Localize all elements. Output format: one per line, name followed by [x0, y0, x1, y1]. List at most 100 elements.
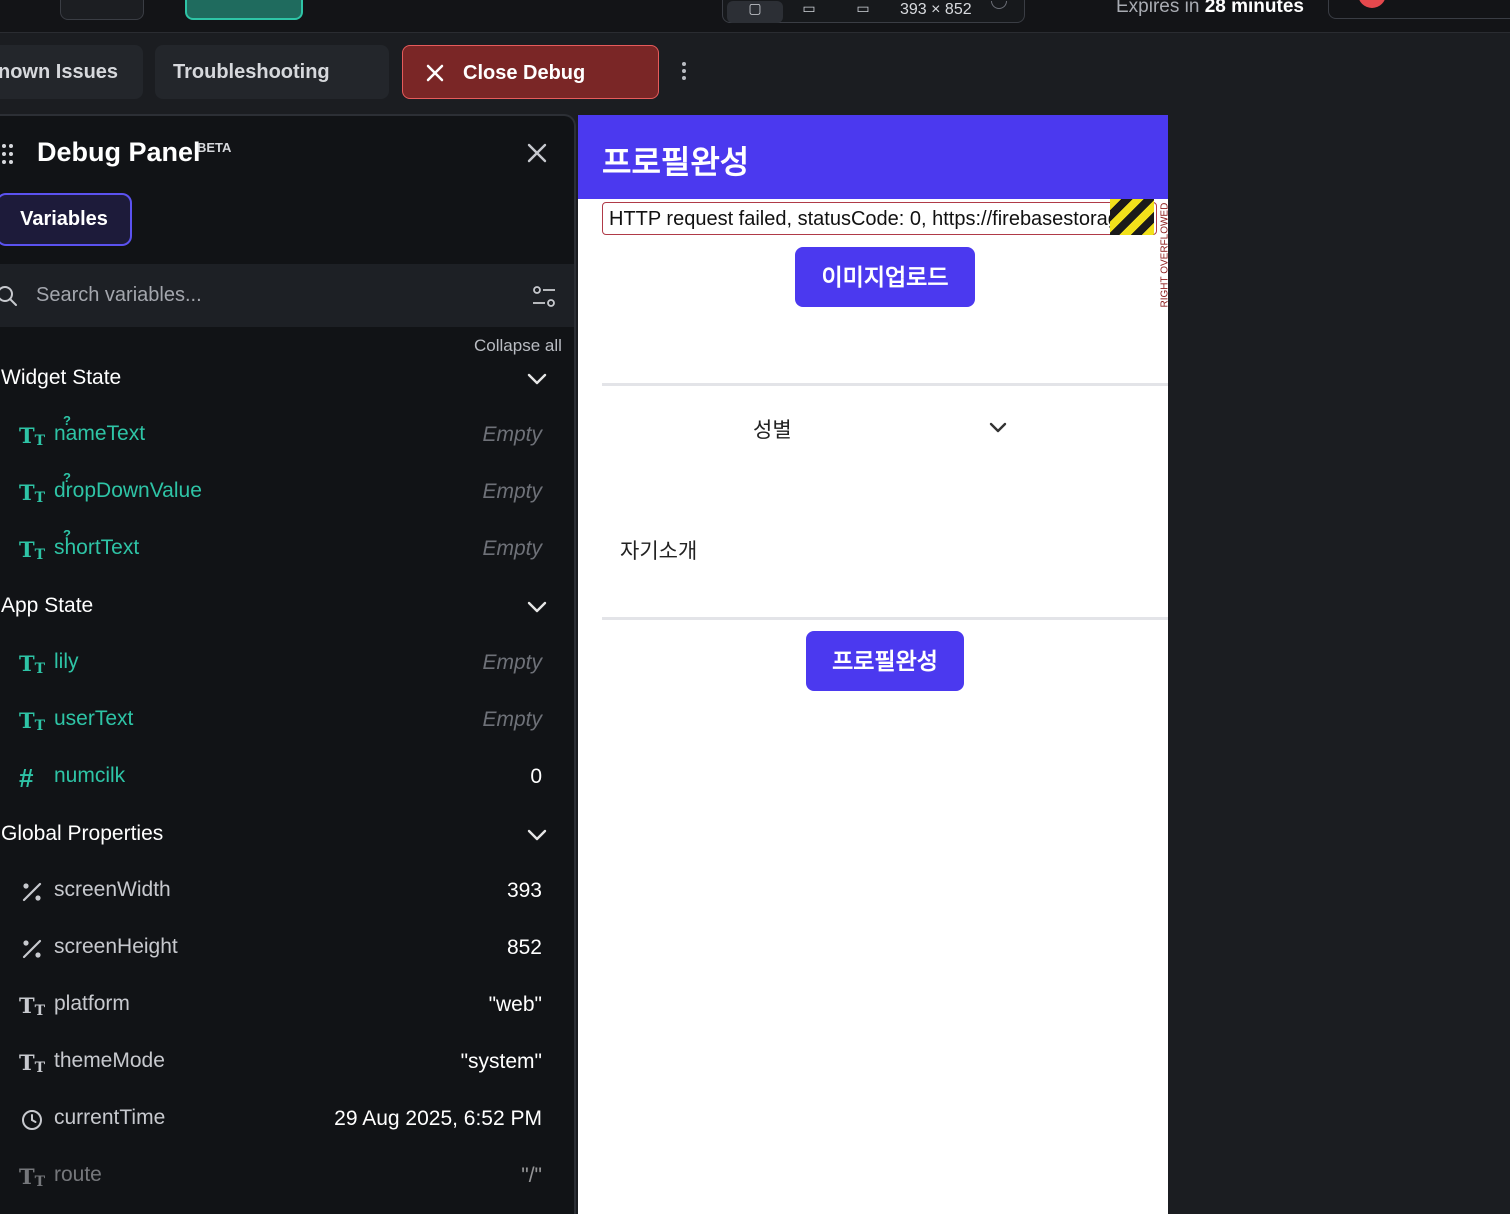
- expiry-notice: Expires in 28 minutes: [1116, 0, 1304, 18]
- text-icon: TT: [19, 651, 46, 677]
- variable-value: 393: [506, 879, 542, 902]
- variable-row[interactable]: screenHeight 852: [0, 930, 560, 970]
- variable-row[interactable]: TT themeMode "system": [0, 1044, 560, 1084]
- canvas-background: [1168, 115, 1510, 1214]
- divider: [602, 383, 1168, 386]
- variable-value: "/": [521, 1164, 542, 1187]
- variable-name: dropDownValue: [54, 479, 202, 502]
- variable-name: currentTime: [54, 1106, 166, 1129]
- more-options-icon[interactable]: [680, 62, 688, 84]
- section-title: Widget State: [1, 366, 122, 389]
- variable-value: Empty: [482, 537, 542, 560]
- text-icon: TT: [19, 993, 46, 1019]
- percent-icon: [22, 882, 42, 902]
- chevron-down-icon[interactable]: [987, 416, 1009, 438]
- help-icon[interactable]: [991, 1, 1007, 9]
- error-message: HTTP request failed, statusCode: 0, http…: [609, 208, 1131, 230]
- overflow-warning-stripe: [1110, 199, 1154, 235]
- close-icon: [426, 64, 444, 82]
- variable-row[interactable]: screenWidth 393: [0, 873, 560, 913]
- page-title: 프로필완성: [602, 144, 750, 180]
- variable-value: Empty: [482, 480, 542, 503]
- variable-value: 0: [530, 765, 542, 788]
- variable-name: shortText: [54, 536, 140, 559]
- divider: [602, 617, 1168, 620]
- section-widget-state[interactable]: Widget State: [1, 360, 561, 400]
- known-issues-button[interactable]: nown Issues: [0, 45, 143, 99]
- variable-row[interactable]: TT lily Empty: [0, 645, 560, 685]
- section-title: App State: [1, 594, 94, 617]
- device-size: 393 × 852: [900, 1, 972, 18]
- tablet-icon[interactable]: ▭: [781, 1, 837, 23]
- variable-row[interactable]: TT? shortText Empty: [0, 527, 560, 571]
- tab-variables[interactable]: Variables: [0, 193, 132, 246]
- variable-row[interactable]: TT platform "web": [0, 987, 560, 1027]
- variable-value: "web": [488, 993, 542, 1016]
- intro-field-label[interactable]: 자기소개: [620, 535, 697, 565]
- variable-name: screenWidth: [54, 878, 171, 901]
- search-bar: [0, 264, 574, 327]
- variable-value: "system": [460, 1050, 542, 1073]
- variable-name: route: [54, 1163, 102, 1186]
- debug-panel: Debug Panel BETA Variables Collapse all …: [0, 114, 576, 1214]
- variable-value: Empty: [482, 708, 542, 731]
- text-icon: TT: [19, 708, 46, 734]
- app-preview: 프로필완성 HTTP request failed, statusCode: 0…: [578, 115, 1168, 1214]
- app-bar: 프로필완성: [578, 115, 1168, 199]
- variable-name: platform: [54, 992, 130, 1015]
- error-image-placeholder: HTTP request failed, statusCode: 0, http…: [602, 202, 1157, 235]
- variable-value: 29 Aug 2025, 6:52 PM: [334, 1107, 542, 1130]
- desktop-icon[interactable]: ▭: [835, 1, 891, 23]
- text-icon: TT?: [19, 470, 71, 506]
- close-debug-panel-button[interactable]: Close Debug Panel: [402, 45, 659, 138]
- clock-icon: [22, 1110, 42, 1130]
- variable-name: nameText: [54, 422, 146, 445]
- filter-icon[interactable]: [531, 284, 557, 310]
- variable-row[interactable]: # numcilk 0: [0, 759, 560, 799]
- chevron-down-icon[interactable]: [526, 596, 548, 618]
- top-toolbar: ▢ ▭ ▭ 393 × 852 Expires in 28 minutes: [0, 0, 1510, 33]
- section-app-state[interactable]: App State: [1, 588, 561, 628]
- variable-name: themeMode: [54, 1049, 165, 1072]
- text-icon: TT?: [19, 413, 71, 449]
- debug-panel-title: Debug Panel: [37, 137, 201, 167]
- account-menu[interactable]: [1328, 0, 1510, 19]
- section-title: Global Properties: [1, 822, 164, 845]
- search-icon: [0, 286, 17, 306]
- overflow-label: RIGHT OVERFLOWED BY: [1159, 201, 1169, 308]
- variable-name: numcilk: [54, 764, 126, 787]
- gender-dropdown-label[interactable]: 성별: [753, 414, 792, 444]
- variable-row[interactable]: TT? nameText Empty: [0, 413, 560, 457]
- chevron-down-icon[interactable]: [526, 824, 548, 846]
- close-panel-icon[interactable]: [525, 141, 549, 165]
- percent-icon: [22, 939, 42, 959]
- number-icon: #: [19, 763, 34, 793]
- beta-badge: BETA: [197, 140, 232, 155]
- variable-row[interactable]: currentTime 29 Aug 2025, 6:52 PM: [0, 1101, 560, 1141]
- variable-row[interactable]: TT route "/": [0, 1158, 560, 1198]
- text-icon: TT: [19, 1050, 46, 1076]
- search-input[interactable]: [36, 278, 496, 312]
- complete-profile-button[interactable]: 프로필완성: [806, 631, 964, 691]
- variable-value: Empty: [482, 651, 542, 674]
- drag-handle-icon[interactable]: [2, 144, 14, 164]
- variable-name: lily: [54, 650, 79, 673]
- section-global-properties[interactable]: Global Properties: [1, 816, 561, 856]
- text-icon: TT?: [19, 527, 71, 563]
- collapse-all-link[interactable]: Collapse all: [474, 336, 562, 356]
- image-upload-button[interactable]: 이미지업로드: [795, 247, 975, 307]
- run-button[interactable]: [185, 0, 303, 20]
- toolbar-button[interactable]: [60, 0, 144, 20]
- text-icon: TT: [19, 1164, 46, 1190]
- troubleshooting-info-button[interactable]: Troubleshooting Info: [155, 45, 389, 137]
- variable-value: 852: [506, 936, 542, 959]
- expiry-time: 28 minutes: [1204, 0, 1304, 17]
- variable-row[interactable]: TT userText Empty: [0, 702, 560, 742]
- chevron-down-icon[interactable]: [526, 368, 548, 390]
- variable-name: screenHeight: [54, 935, 178, 958]
- variable-value: Empty: [482, 423, 542, 446]
- device-selector: ▢ ▭ ▭ 393 × 852: [722, 0, 1025, 23]
- variable-row[interactable]: TT? dropDownValue Empty: [0, 470, 560, 514]
- phone-icon[interactable]: ▢: [727, 1, 783, 23]
- variable-name: userText: [54, 707, 134, 730]
